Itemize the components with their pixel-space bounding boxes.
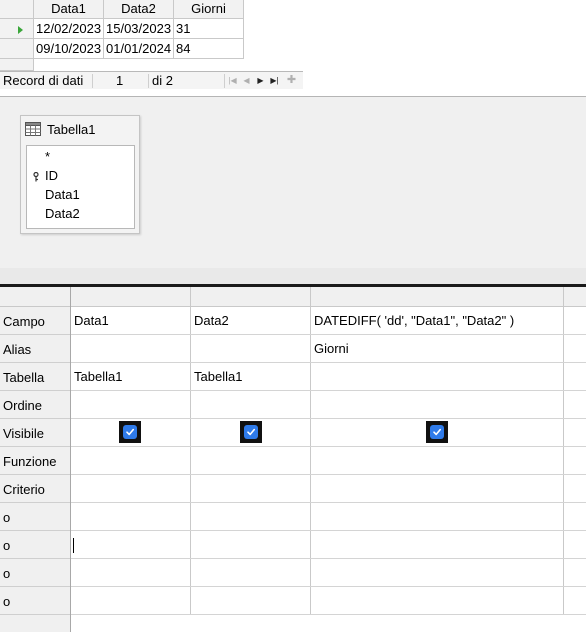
splitter[interactable] <box>0 268 586 284</box>
checkmark-icon <box>126 428 134 436</box>
checkmark-icon <box>247 428 255 436</box>
row-divider <box>71 334 586 335</box>
table-cell[interactable]: Tabella1 <box>74 369 122 385</box>
nav-divider <box>148 74 149 88</box>
record-number-field[interactable]: 1 <box>116 73 123 89</box>
checkbox-box <box>430 425 444 439</box>
row-label-tabella: Tabella <box>0 363 71 391</box>
column-header[interactable] <box>191 287 311 307</box>
visible-checkbox[interactable] <box>119 421 141 443</box>
field-item-data1[interactable]: Data1 <box>45 187 80 203</box>
table-cell[interactable]: Tabella1 <box>194 369 242 385</box>
table-window-title: Tabella1 <box>47 122 96 137</box>
row-label-ordine: Ordine <box>0 391 71 419</box>
visible-checkbox[interactable] <box>426 421 448 443</box>
nav-first-icon[interactable]: |◀ <box>226 74 239 87</box>
column-divider <box>563 287 564 615</box>
row-label-funzione: Funzione <box>0 447 71 475</box>
row-label-alias: Alias <box>0 335 71 363</box>
column-divider <box>190 287 191 615</box>
field-list[interactable]: * ID Data1 Data2 <box>26 145 135 229</box>
row-label-or: o <box>0 503 71 531</box>
row-divider <box>71 502 586 503</box>
row-header-2[interactable] <box>0 39 34 59</box>
row-header-1[interactable] <box>0 19 34 39</box>
row-label-or: o <box>0 559 71 587</box>
table-cell[interactable]: 12/02/2023 <box>34 19 104 39</box>
nav-last-icon[interactable]: ▶| <box>268 74 281 87</box>
row-divider <box>71 614 586 615</box>
nav-new-icon[interactable]: ✚ <box>285 74 298 87</box>
column-header[interactable] <box>71 287 191 307</box>
visible-checkbox[interactable] <box>240 421 262 443</box>
row-divider <box>71 418 586 419</box>
row-header-new[interactable] <box>0 59 34 71</box>
field-cell[interactable]: Data2 <box>194 313 229 329</box>
table-cell[interactable]: 15/03/2023 <box>104 19 174 39</box>
table-cell[interactable]: 01/01/2024 <box>104 39 174 59</box>
checkmark-icon <box>433 428 441 436</box>
table-cell[interactable]: 84 <box>174 39 244 59</box>
row-divider <box>71 558 586 559</box>
row-label-or: o <box>0 587 71 615</box>
row-divider <box>71 530 586 531</box>
grid-corner <box>0 0 34 19</box>
checkbox-box <box>123 425 137 439</box>
current-row-arrow-icon <box>18 26 23 34</box>
alias-cell[interactable]: Giorni <box>314 341 349 357</box>
row-label-visibile: Visibile <box>0 419 71 447</box>
nav-next-icon[interactable]: ▶ <box>254 74 267 87</box>
field-item-data2[interactable]: Data2 <box>45 206 80 222</box>
column-header[interactable] <box>311 287 563 307</box>
record-label: Record di dati <box>3 73 84 88</box>
table-cell[interactable]: 31 <box>174 19 244 39</box>
nav-divider <box>224 74 225 88</box>
field-item-id[interactable]: ID <box>45 168 58 184</box>
query-design-grid: Campo Alias Tabella Ordine Visibile Funz… <box>0 287 586 632</box>
row-divider <box>71 446 586 447</box>
nav-divider <box>92 74 93 88</box>
table-cell[interactable]: 09/10/2023 <box>34 39 104 59</box>
table-design-area[interactable]: Tabella1 * ID Data1 Data2 <box>0 96 586 268</box>
column-header-data2[interactable]: Data2 <box>104 0 174 19</box>
field-item-all[interactable]: * <box>45 149 50 165</box>
primary-key-icon <box>33 172 39 182</box>
nav-prev-icon[interactable]: ◀ <box>240 74 253 87</box>
table-window[interactable]: Tabella1 * ID Data1 Data2 <box>20 115 140 234</box>
row-divider <box>71 362 586 363</box>
record-navigation-bar: Record di dati 1 di 2 |◀ ◀ ▶ ▶| ✚ <box>0 71 303 89</box>
column-header-data1[interactable]: Data1 <box>34 0 104 19</box>
row-divider <box>71 390 586 391</box>
column-divider <box>310 287 311 615</box>
row-label-campo: Campo <box>0 307 71 335</box>
field-cell[interactable]: Data1 <box>74 313 109 329</box>
row-label-or: o <box>0 531 71 559</box>
column-divider <box>70 287 71 632</box>
result-grid: Data1 Data2 Giorni 12/02/2023 15/03/2023… <box>0 0 244 71</box>
row-divider <box>71 586 586 587</box>
row-label-blank <box>0 615 71 632</box>
row-divider <box>71 474 586 475</box>
field-cell[interactable]: DATEDIFF( 'dd', "Data1", "Data2" ) <box>314 313 514 329</box>
text-cursor <box>73 538 74 553</box>
table-icon <box>25 122 41 136</box>
record-count: di 2 <box>152 73 173 88</box>
column-header-giorni[interactable]: Giorni <box>174 0 244 19</box>
row-label-criterio: Criterio <box>0 475 71 503</box>
checkbox-box <box>244 425 258 439</box>
